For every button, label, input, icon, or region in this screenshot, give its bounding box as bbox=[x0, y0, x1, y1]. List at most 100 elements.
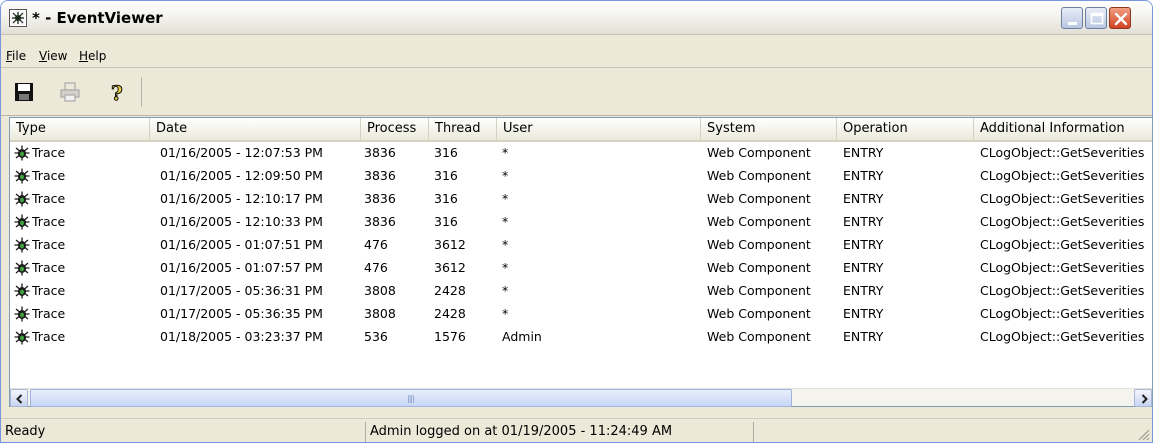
horizontal-scrollbar[interactable]: |||| bbox=[10, 388, 1152, 407]
window-title: * - EventViewer bbox=[32, 9, 163, 27]
resize-grip-icon[interactable] bbox=[1136, 427, 1150, 441]
cell-user: * bbox=[502, 214, 509, 229]
event-list[interactable]: Type Date Process Thread User System Ope… bbox=[9, 117, 1153, 407]
bug-icon bbox=[14, 237, 30, 253]
title-bar[interactable]: * - EventViewer bbox=[1, 1, 1152, 35]
cell-thread: 2428 bbox=[434, 306, 466, 321]
cell-process: 536 bbox=[364, 329, 388, 344]
cell-user: * bbox=[502, 237, 509, 252]
menu-help-mnemonic: H bbox=[79, 49, 89, 63]
cell-user: Admin bbox=[502, 329, 542, 344]
table-row[interactable]: Trace 01/17/2005 - 05:36:35 PM 3808 2428 * We… bbox=[10, 303, 1152, 325]
cell-date: 01/18/2005 - 03:23:37 PM bbox=[160, 329, 323, 344]
cell-thread: 2428 bbox=[434, 283, 466, 298]
app-icon[interactable] bbox=[9, 9, 27, 27]
table-row[interactable]: Trace 01/16/2005 - 12:10:33 PM 3836 316 * Web… bbox=[10, 211, 1152, 233]
cell-user: * bbox=[502, 145, 509, 160]
cell-system: Web Component bbox=[707, 168, 811, 183]
save-icon bbox=[15, 83, 33, 101]
scroll-thumb[interactable]: |||| bbox=[30, 389, 792, 407]
cell-additional-information: CLogObject::GetSeverities bbox=[980, 306, 1145, 321]
minimize-button[interactable] bbox=[1061, 7, 1083, 29]
column-header-type[interactable]: Type bbox=[10, 118, 150, 140]
table-row[interactable]: Trace 01/16/2005 - 01:07:57 PM 476 3612 * Web… bbox=[10, 257, 1152, 279]
cell-system: Web Component bbox=[707, 237, 811, 252]
cell-type: Trace bbox=[32, 214, 66, 229]
menu-file-label: ile bbox=[12, 49, 27, 63]
cell-operation: ENTRY bbox=[843, 237, 884, 252]
cell-additional-information: CLogObject::GetSeverities bbox=[980, 168, 1145, 183]
cell-date: 01/16/2005 - 12:07:53 PM bbox=[160, 145, 323, 160]
print-button[interactable] bbox=[57, 79, 83, 105]
cell-type: Trace bbox=[32, 306, 66, 321]
cell-system: Web Component bbox=[707, 306, 811, 321]
cell-thread: 316 bbox=[434, 214, 458, 229]
cell-system: Web Component bbox=[707, 214, 811, 229]
cell-process: 476 bbox=[364, 260, 388, 275]
close-icon bbox=[1114, 12, 1128, 26]
bug-icon bbox=[14, 191, 30, 207]
cell-operation: ENTRY bbox=[843, 191, 884, 206]
cell-thread: 3612 bbox=[434, 260, 466, 275]
cell-user: * bbox=[502, 283, 509, 298]
cell-date: 01/16/2005 - 12:10:17 PM bbox=[160, 191, 323, 206]
table-row[interactable]: Trace 01/17/2005 - 05:36:31 PM 3808 2428 * We… bbox=[10, 280, 1152, 302]
column-header-process[interactable]: Process bbox=[361, 118, 429, 140]
cell-process: 3836 bbox=[364, 168, 396, 183]
cell-additional-information: CLogObject::GetSeverities bbox=[980, 145, 1145, 160]
cell-additional-information: CLogObject::GetSeverities bbox=[980, 329, 1145, 344]
bug-icon bbox=[14, 306, 30, 322]
cell-thread: 316 bbox=[434, 168, 458, 183]
table-row[interactable]: Trace 01/16/2005 - 12:09:50 PM 3836 316 * Web… bbox=[10, 165, 1152, 187]
menu-help-label: elp bbox=[88, 49, 107, 63]
list-rows: Trace 01/16/2005 - 12:07:53 PM 3836 316 * Web… bbox=[10, 142, 1152, 384]
maximize-button[interactable] bbox=[1085, 7, 1107, 29]
bug-icon bbox=[14, 168, 30, 184]
cell-process: 3836 bbox=[364, 191, 396, 206]
column-header-date[interactable]: Date bbox=[150, 118, 361, 140]
cell-additional-information: CLogObject::GetSeverities bbox=[980, 191, 1145, 206]
table-row[interactable]: Trace 01/16/2005 - 01:07:51 PM 476 3612 * Web… bbox=[10, 234, 1152, 256]
status-ready: Ready bbox=[5, 424, 46, 439]
cell-system: Web Component bbox=[707, 145, 811, 160]
cell-type: Trace bbox=[32, 237, 66, 252]
menu-file[interactable]: File bbox=[6, 49, 26, 63]
app-window: * - EventViewer File View Help ? Type Da… bbox=[0, 0, 1153, 443]
cell-thread: 316 bbox=[434, 145, 458, 160]
cell-thread: 316 bbox=[434, 191, 458, 206]
menu-view-mnemonic: V bbox=[39, 49, 47, 63]
cell-type: Trace bbox=[32, 329, 66, 344]
column-header-thread[interactable]: Thread bbox=[429, 118, 497, 140]
column-header-operation[interactable]: Operation bbox=[837, 118, 974, 140]
status-login: Admin logged on at 01/19/2005 - 11:24:49… bbox=[365, 422, 749, 442]
close-button[interactable] bbox=[1109, 7, 1131, 29]
help-button[interactable]: ? bbox=[104, 79, 130, 105]
cell-date: 01/16/2005 - 12:09:50 PM bbox=[160, 168, 323, 183]
cell-operation: ENTRY bbox=[843, 260, 884, 275]
menu-bar: File View Help bbox=[1, 46, 1152, 68]
cell-type: Trace bbox=[32, 145, 66, 160]
cell-date: 01/16/2005 - 01:07:57 PM bbox=[160, 260, 323, 275]
cell-type: Trace bbox=[32, 260, 66, 275]
scroll-right-button[interactable] bbox=[1134, 389, 1152, 407]
cell-operation: ENTRY bbox=[843, 306, 884, 321]
table-row[interactable]: Trace 01/16/2005 - 12:10:17 PM 3836 316 * Web… bbox=[10, 188, 1152, 210]
scroll-grip-icon: |||| bbox=[407, 394, 415, 403]
menu-help[interactable]: Help bbox=[79, 49, 106, 63]
maximize-icon bbox=[1090, 12, 1104, 25]
menu-view[interactable]: View bbox=[39, 49, 67, 63]
cell-process: 3836 bbox=[364, 214, 396, 229]
table-row[interactable]: Trace 01/16/2005 - 12:07:53 PM 3836 316 * Web… bbox=[10, 142, 1152, 164]
column-header-additional-information[interactable]: Additional Information bbox=[974, 118, 1152, 140]
cell-user: * bbox=[502, 191, 509, 206]
save-button[interactable] bbox=[11, 79, 37, 105]
cell-system: Web Component bbox=[707, 191, 811, 206]
table-row[interactable]: Trace 01/18/2005 - 03:23:37 PM 536 1576 Admi… bbox=[10, 326, 1152, 348]
column-header-user[interactable]: User bbox=[497, 118, 701, 140]
cell-system: Web Component bbox=[707, 329, 811, 344]
cell-user: * bbox=[502, 260, 509, 275]
cell-process: 3808 bbox=[364, 306, 396, 321]
column-header-system[interactable]: System bbox=[701, 118, 837, 140]
scroll-left-button[interactable] bbox=[10, 389, 28, 407]
cell-thread: 3612 bbox=[434, 237, 466, 252]
